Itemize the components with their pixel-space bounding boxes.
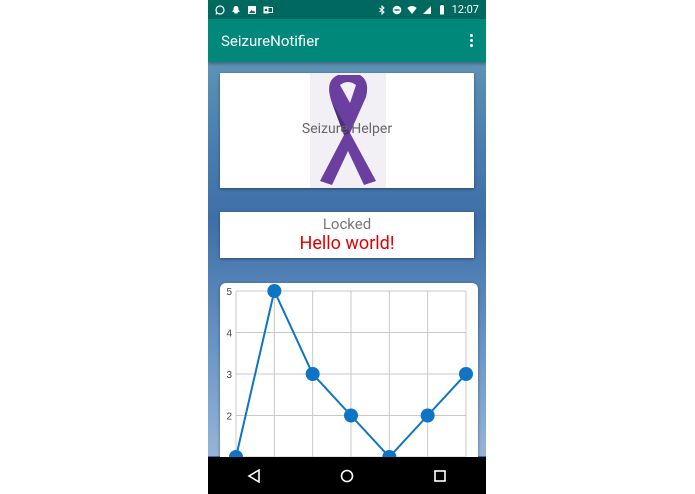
data-point	[267, 284, 282, 298]
chart-card: 5 4 3 2	[220, 283, 478, 464]
wifi-icon	[406, 5, 417, 14]
data-point	[344, 408, 358, 423]
data-point	[459, 367, 473, 381]
back-icon[interactable]	[244, 466, 264, 486]
outlook-icon	[263, 6, 273, 13]
snapchat-icon	[232, 5, 240, 13]
line-chart: 5 4 3 2	[226, 284, 473, 464]
y-tick-label: 5	[226, 287, 232, 298]
hello-message: Hello world!	[299, 233, 395, 254]
app-bar: SeizureNotifier	[208, 19, 486, 62]
data-point	[305, 367, 320, 381]
seizure-helper-label: Seizure Helper	[301, 121, 393, 137]
battery-icon	[439, 4, 444, 14]
do-not-disturb-icon	[392, 5, 401, 14]
app-title: SeizureNotifier	[221, 31, 320, 50]
y-tick-label: 3	[226, 370, 232, 381]
bluetooth-icon	[378, 4, 385, 15]
seizure-helper-card[interactable]: Seizure Helper	[220, 73, 474, 188]
home-icon[interactable]	[337, 466, 357, 486]
image-icon	[248, 5, 256, 14]
signal-icon	[422, 5, 431, 14]
status-card: Locked Hello world!	[220, 212, 474, 258]
y-tick-label: 2	[226, 412, 232, 423]
locked-label: Locked	[322, 215, 372, 233]
whatsapp-icon	[215, 4, 225, 15]
navigation-bar	[208, 457, 486, 494]
main-content: Seizure Helper Locked Hello world! 5 4 3 2	[208, 62, 486, 464]
data-point	[420, 408, 435, 423]
more-vert-icon[interactable]	[470, 34, 474, 47]
status-bar: 12:07	[208, 0, 486, 19]
recents-icon[interactable]	[430, 466, 450, 486]
status-time: 12:07	[451, 3, 479, 16]
y-tick-label: 4	[226, 329, 232, 340]
phone-screen: 12:07 SeizureNotifier Seizure Helper Loc…	[208, 0, 486, 494]
